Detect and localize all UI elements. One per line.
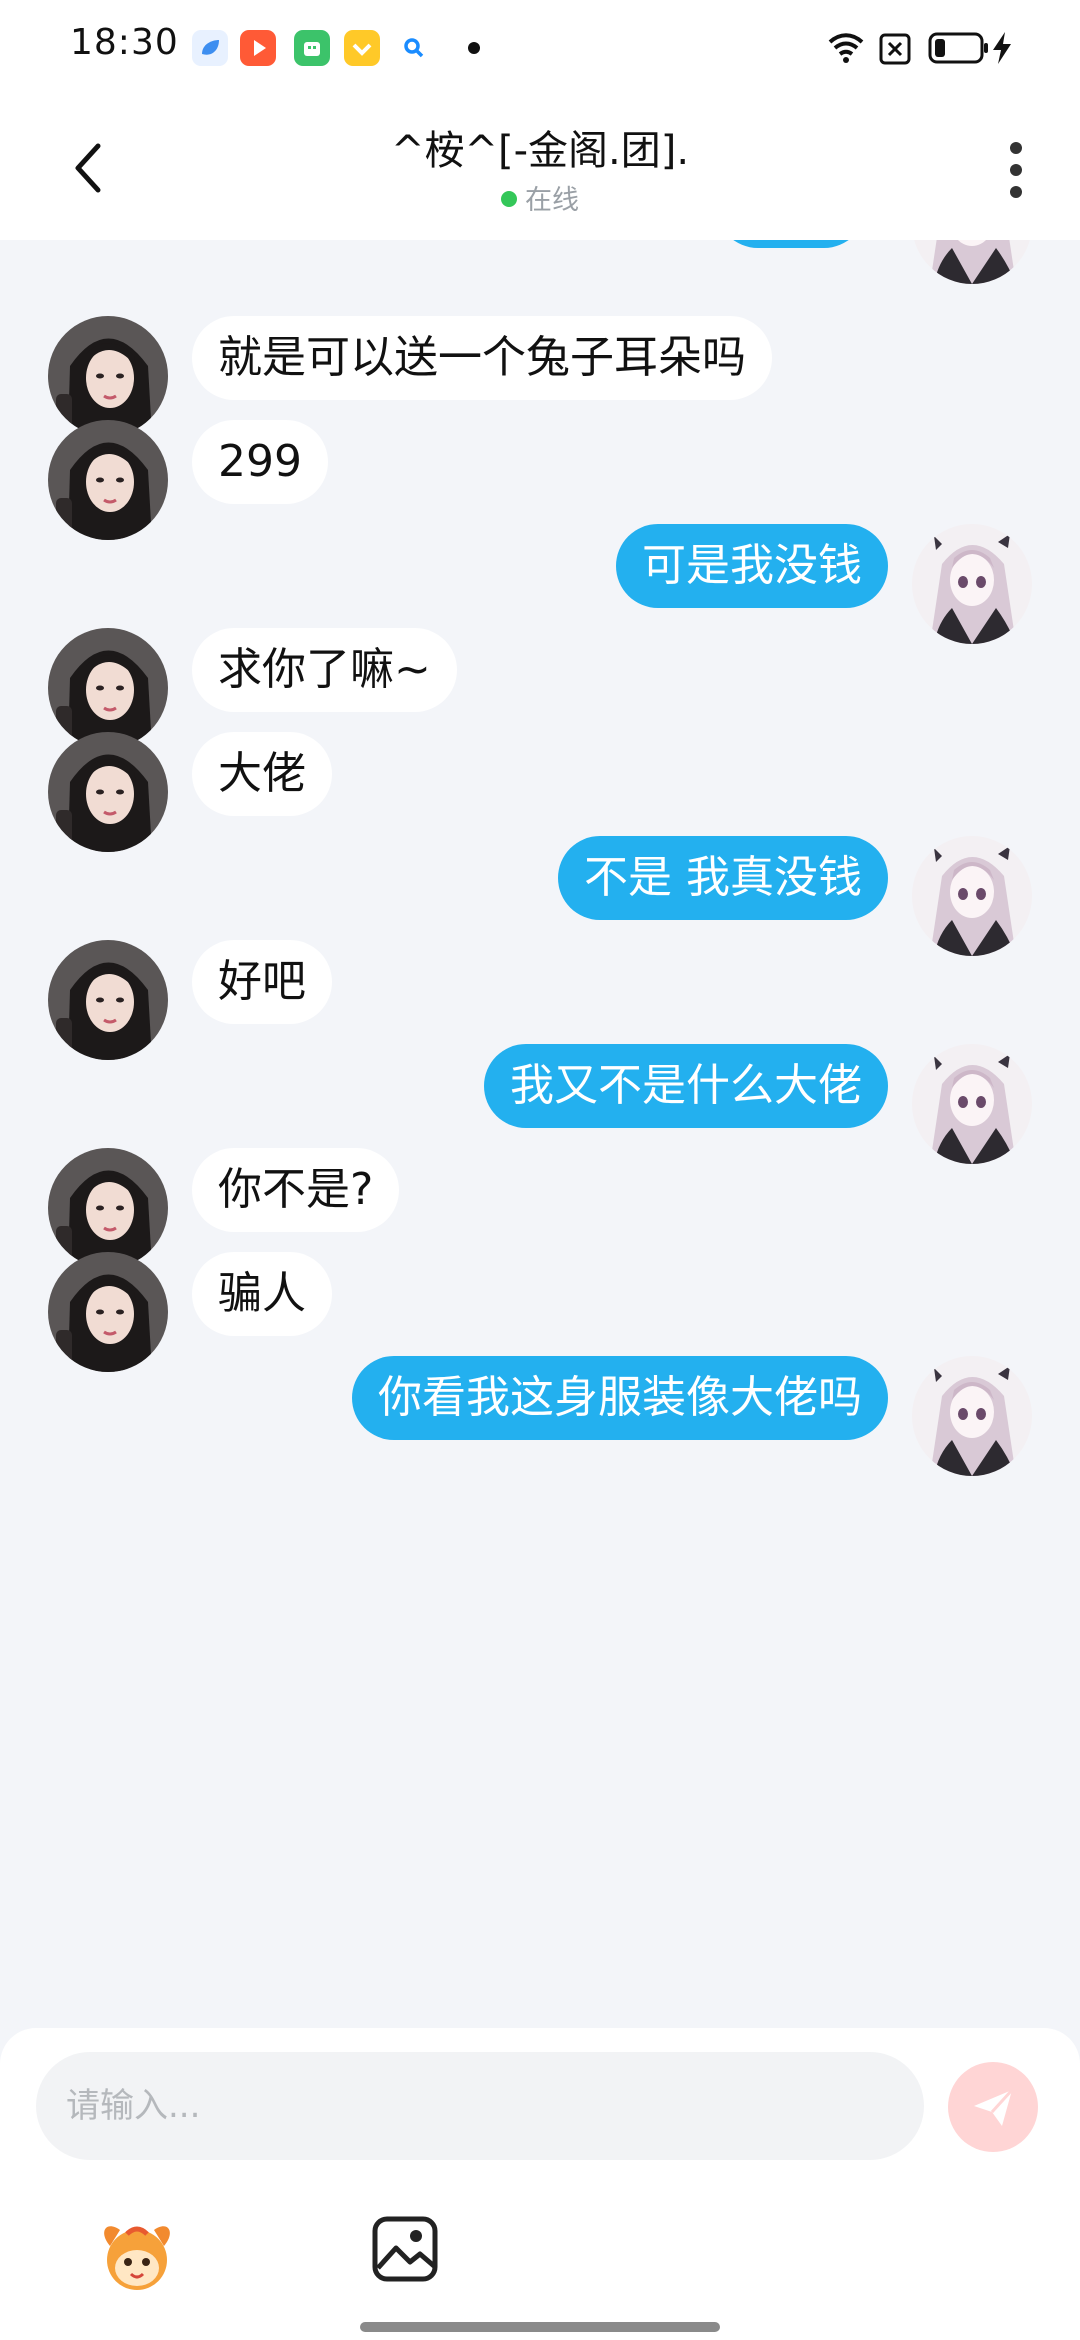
status-bar: 18:30 <box>0 0 1080 96</box>
my-avatar[interactable] <box>912 524 1032 644</box>
online-status-label: 在线 <box>525 185 579 216</box>
coupon-app-icon <box>344 30 380 66</box>
chat-header: ^桉^[-金阁.团]. 在线 <box>0 96 1080 240</box>
status-time: 18:30 <box>70 22 179 63</box>
send-icon <box>974 2088 1014 2126</box>
emoji-icon <box>104 2226 170 2290</box>
search-app-icon <box>396 30 432 66</box>
more-options-button[interactable] <box>996 140 1036 200</box>
message-bubble[interactable]: 不是 我真没钱 <box>558 836 888 920</box>
more-vertical-icon <box>1010 142 1022 198</box>
message-row-incoming: 大佬 <box>0 732 1080 852</box>
composer <box>0 2028 1080 2340</box>
contact-avatar[interactable] <box>48 732 168 852</box>
message-bubble[interactable]: 你看我这身服装像大佬吗 <box>352 1356 888 1440</box>
charging-icon <box>990 30 1014 70</box>
message-bubble[interactable]: 你不是? <box>192 1148 400 1232</box>
message-row-incoming: 就是可以送一个兔子耳朵吗 <box>0 316 1080 436</box>
my-avatar[interactable] <box>912 1356 1032 1476</box>
message-bubble[interactable]: 好吧 <box>192 940 332 1024</box>
message-row-incoming: 好吧 <box>0 940 1080 1060</box>
message-bubble-clipped[interactable] <box>716 240 866 248</box>
sim-off-icon <box>878 32 912 70</box>
contact-avatar[interactable] <box>48 1252 168 1372</box>
contact-avatar[interactable] <box>48 628 168 748</box>
home-indicator[interactable] <box>360 2322 720 2332</box>
image-icon <box>372 2216 438 2282</box>
send-button[interactable] <box>948 2062 1038 2152</box>
battery-icon <box>928 30 990 70</box>
contact-avatar[interactable] <box>48 316 168 436</box>
contact-avatar[interactable] <box>48 1148 168 1268</box>
my-avatar[interactable] <box>912 240 1032 284</box>
contact-avatar[interactable] <box>48 420 168 540</box>
my-avatar[interactable] <box>912 836 1032 956</box>
message-row-incoming: 你不是? <box>0 1148 1080 1268</box>
contact-name: ^桉^[-金阁.团]. <box>390 128 690 174</box>
cloud-app-icon <box>192 30 228 66</box>
shopping-app-icon <box>294 30 330 66</box>
message-list[interactable]: 就是可以送一个兔子耳朵吗 299 可是我没钱求你了嘛~ 大佬不是 我真没钱好吧我又不是… <box>0 240 1080 2028</box>
online-dot <box>501 191 517 207</box>
message-row-incoming: 299 <box>0 420 1080 540</box>
message-bubble[interactable]: 我又不是什么大佬 <box>484 1044 888 1128</box>
video-app-icon <box>240 30 276 66</box>
my-avatar[interactable] <box>912 1044 1032 1164</box>
wifi-icon <box>826 28 866 72</box>
message-row-outgoing: 你看我这身服装像大佬吗 <box>0 1356 1080 1476</box>
message-bubble[interactable]: 可是我没钱 <box>616 524 888 608</box>
message-bubble[interactable]: 就是可以送一个兔子耳朵吗 <box>192 316 772 400</box>
message-bubble[interactable]: 大佬 <box>192 732 332 816</box>
message-bubble[interactable]: 骗人 <box>192 1252 332 1336</box>
message-row-clipped <box>0 240 1080 284</box>
message-input[interactable] <box>36 2052 924 2160</box>
contact-avatar[interactable] <box>48 940 168 1060</box>
online-status: 在线 <box>0 178 1080 217</box>
message-row-outgoing: 我又不是什么大佬 <box>0 1044 1080 1164</box>
message-bubble[interactable]: 299 <box>192 420 328 504</box>
message-row-outgoing: 可是我没钱 <box>0 524 1080 644</box>
more-notifications-dot <box>468 42 480 54</box>
message-row-incoming: 求你了嘛~ <box>0 628 1080 748</box>
message-bubble[interactable]: 求你了嘛~ <box>192 628 457 712</box>
message-row-outgoing: 不是 我真没钱 <box>0 836 1080 956</box>
emoji-button[interactable] <box>92 2212 182 2302</box>
image-button[interactable] <box>370 2214 440 2284</box>
message-row-incoming: 骗人 <box>0 1252 1080 1372</box>
